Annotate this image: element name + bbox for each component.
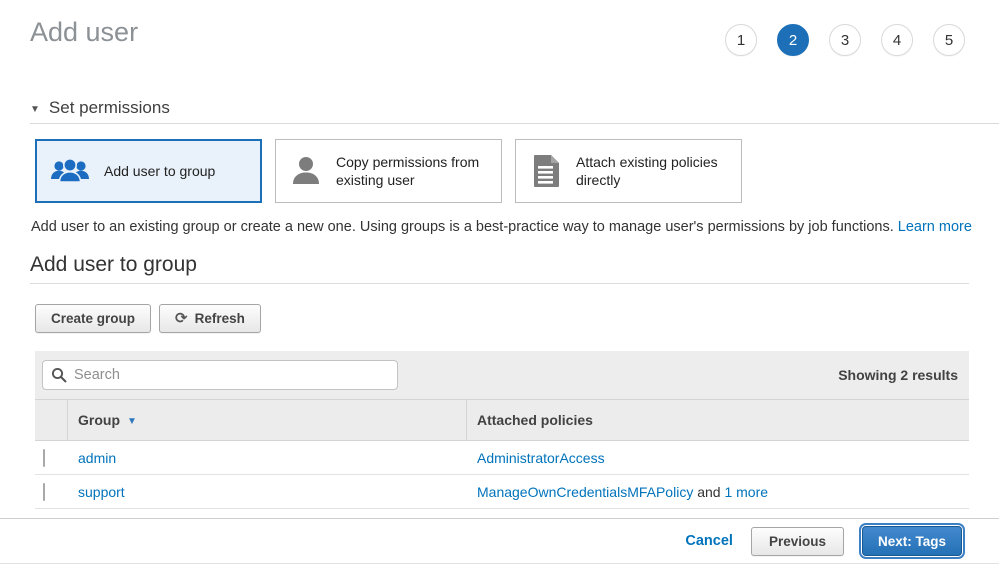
step-4: 4 <box>881 24 913 56</box>
policy-joiner: and <box>693 484 724 500</box>
step-2-active: 2 <box>777 24 809 56</box>
search-input[interactable] <box>42 360 398 390</box>
next-tags-button[interactable]: Next: Tags <box>862 526 962 556</box>
previous-button[interactable]: Previous <box>751 527 844 556</box>
wizard-step-indicator: 1 2 3 4 5 <box>725 24 965 56</box>
section-title: Set permissions <box>49 98 170 118</box>
collapse-caret-icon: ▼ <box>30 104 40 115</box>
more-policies-link[interactable]: 1 more <box>724 484 768 500</box>
create-group-button[interactable]: Create group <box>35 304 151 333</box>
table-toolbar: Showing 2 results <box>35 351 969 399</box>
card-label: Copy permissions from existing user <box>336 153 488 189</box>
card-copy-permissions[interactable]: Copy permissions from existing user <box>275 139 502 203</box>
cancel-button[interactable]: Cancel <box>685 533 733 549</box>
page-title: Add user <box>30 16 138 48</box>
search-box <box>42 360 398 390</box>
search-icon <box>51 367 67 386</box>
group-link[interactable]: support <box>78 484 125 500</box>
group-icon <box>49 156 91 186</box>
add-user-to-group-heading: Add user to group <box>30 253 969 284</box>
policies-column-header: Attached policies <box>467 400 969 440</box>
refresh-label: Refresh <box>195 311 245 326</box>
policies-column-label: Attached policies <box>477 412 593 428</box>
document-icon <box>529 154 563 188</box>
group-column-header[interactable]: Group ▼ <box>68 400 467 440</box>
groups-table: Showing 2 results Group ▼ Attached polic… <box>35 351 969 509</box>
table-row: support ManageOwnCredentialsMFAPolicy an… <box>35 475 969 509</box>
card-attach-policies[interactable]: Attach existing policies directly <box>515 139 742 203</box>
group-actions: Create group ⟳ Refresh <box>35 304 999 333</box>
policy-link[interactable]: AdministratorAccess <box>477 450 605 466</box>
user-icon <box>289 155 323 187</box>
checkbox-column-header <box>35 400 68 440</box>
sort-desc-icon: ▼ <box>127 416 137 427</box>
table-row: admin AdministratorAccess <box>35 441 969 475</box>
results-count: Showing 2 results <box>838 367 960 383</box>
step-5: 5 <box>933 24 965 56</box>
row-checkbox[interactable] <box>43 449 45 467</box>
page-header: Add user 1 2 3 4 5 <box>0 0 999 56</box>
permissions-description: Add user to an existing group or create … <box>31 219 999 235</box>
previous-label: Previous <box>769 534 826 549</box>
step-1: 1 <box>725 24 757 56</box>
refresh-icon: ⟳ <box>175 311 188 326</box>
step-3: 3 <box>829 24 861 56</box>
group-column-label: Group <box>78 412 120 428</box>
permission-option-cards: Add user to group Copy permissions from … <box>35 139 999 203</box>
card-label: Attach existing policies directly <box>576 153 728 189</box>
card-label: Add user to group <box>104 162 215 180</box>
row-checkbox[interactable] <box>43 483 45 501</box>
refresh-button[interactable]: ⟳ Refresh <box>159 304 261 333</box>
set-permissions-section-header[interactable]: ▼ Set permissions <box>30 98 999 124</box>
wizard-footer: Cancel Previous Next: Tags <box>0 518 999 564</box>
policy-link[interactable]: ManageOwnCredentialsMFAPolicy <box>477 484 693 500</box>
group-link[interactable]: admin <box>78 450 116 466</box>
description-text: Add user to an existing group or create … <box>31 219 894 235</box>
create-group-label: Create group <box>51 311 135 326</box>
table-header-row: Group ▼ Attached policies <box>35 399 969 441</box>
learn-more-link[interactable]: Learn more <box>898 219 972 235</box>
card-add-user-to-group[interactable]: Add user to group <box>35 139 262 203</box>
